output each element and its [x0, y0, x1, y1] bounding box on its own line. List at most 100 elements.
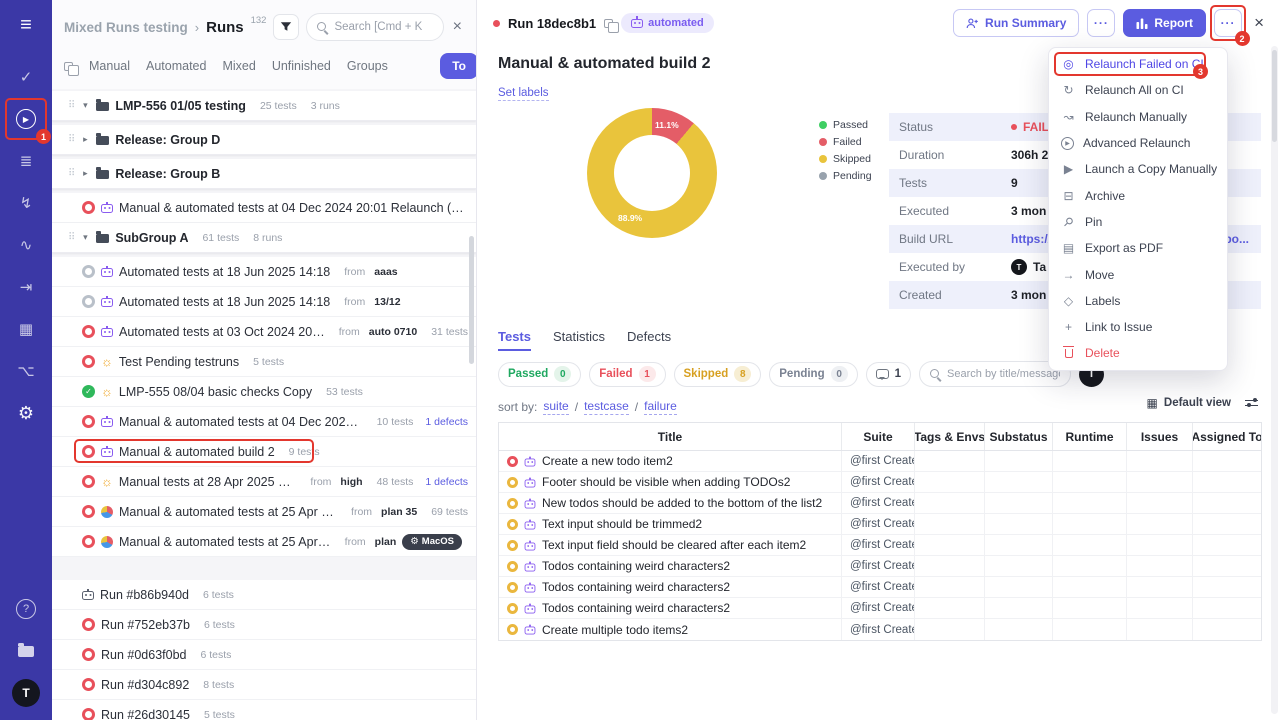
menu-item-relaunch-manually[interactable]: ↝ Relaunch Manually	[1049, 104, 1227, 130]
menu-item-pin[interactable]: ⚲ Pin	[1049, 209, 1227, 235]
column-header-title[interactable]: Title	[499, 423, 842, 450]
sidebar-item-plans[interactable]: ≣	[11, 146, 41, 176]
chevron-down-icon[interactable]: ▾	[80, 232, 90, 243]
sidebar-item-tests[interactable]: ✓	[11, 62, 41, 92]
run-group-row[interactable]: ⠿ ▸ Release: Group B	[52, 159, 476, 189]
sidebar-item-branches[interactable]: ⌥	[11, 356, 41, 386]
sidebar-item-analytics[interactable]: ▦	[11, 314, 41, 344]
run-list-item-selected[interactable]: Manual & automated build 2 9 tests	[52, 437, 476, 467]
run-list-item[interactable]: ☼ Test Pending testruns 5 tests	[52, 347, 476, 377]
column-header-substatus[interactable]: Substatus	[985, 423, 1053, 450]
runs-list-scrollbar[interactable]	[469, 236, 474, 364]
filter-button[interactable]	[273, 14, 299, 40]
drag-handle-icon[interactable]: ⠿	[68, 168, 74, 179]
table-row[interactable]: Create a new todo item2 @first Create ..…	[499, 451, 1261, 472]
runs-search[interactable]	[306, 13, 443, 41]
sidebar-item-settings[interactable]: ⚙	[11, 398, 41, 428]
sidebar-item-automation[interactable]: ↯	[11, 188, 41, 218]
run-list-item[interactable]: ✓ ☼ LMP-555 08/04 basic checks Copy 53 t…	[52, 377, 476, 407]
tab-groups[interactable]: Groups	[347, 59, 388, 73]
run-list-item[interactable]: Manual & automated tests at 04 Dec 2024 …	[52, 193, 476, 223]
chip-skipped[interactable]: Skipped8	[674, 362, 762, 387]
run-list-item[interactable]: Manual & automated tests at 25 Apr 2025 …	[52, 527, 476, 557]
breadcrumb-project[interactable]: Mixed Runs testing	[64, 20, 188, 35]
column-header-issues[interactable]: Issues	[1127, 423, 1193, 450]
table-row[interactable]: Todos containing weird characters2 @firs…	[499, 577, 1261, 598]
runs-search-input[interactable]	[334, 21, 432, 33]
tab-defects[interactable]: Defects	[627, 329, 671, 351]
column-header-tags-envs[interactable]: Tags & Envs	[915, 423, 985, 450]
column-header-suite[interactable]: Suite	[842, 423, 915, 450]
run-actions-menu-button[interactable]: ··· 2	[1214, 9, 1242, 37]
main-scrollbar-thumb[interactable]	[1272, 50, 1277, 142]
column-header-runtime[interactable]: Runtime	[1053, 423, 1127, 450]
run-list-item[interactable]: Automated tests at 18 Jun 2025 14:18 fro…	[52, 287, 476, 317]
table-row[interactable]: Footer should be visible when adding TOD…	[499, 472, 1261, 493]
column-settings-icon[interactable]	[1245, 398, 1258, 409]
more-options-button[interactable]: ···	[1087, 9, 1115, 37]
main-scrollbar[interactable]	[1271, 46, 1278, 714]
chip-failed[interactable]: Failed1	[589, 362, 665, 387]
menu-item-link-to-issue[interactable]: + Link to Issue	[1049, 314, 1227, 340]
run-list-item[interactable]: Run #26d30145 5 tests	[52, 700, 476, 720]
drag-handle-icon[interactable]: ⠿	[68, 232, 74, 243]
set-labels-link[interactable]: Set labels	[498, 87, 549, 101]
run-list-item[interactable]: Automated tests at 18 Jun 2025 14:18 fro…	[52, 257, 476, 287]
tab-mixed[interactable]: Mixed	[222, 59, 255, 73]
user-avatar-button[interactable]: T	[11, 678, 41, 708]
menu-item-relaunch-all-on-ci[interactable]: ↻ Relaunch All on CI	[1049, 77, 1227, 103]
sort-by-suite-link[interactable]: suite	[543, 399, 568, 415]
tests-search-input[interactable]	[947, 368, 1060, 380]
close-runs-panel-button[interactable]: ×	[451, 19, 464, 35]
comments-filter-chip[interactable]: 1	[866, 362, 911, 387]
run-list-item[interactable]: Run #0d63f0bd 6 tests	[52, 640, 476, 670]
run-list-item[interactable]: Run #d304c892 8 tests	[52, 670, 476, 700]
run-group-row[interactable]: ⠿ ▾ LMP-556 01/05 testing 25 tests 3 run…	[52, 91, 476, 121]
chip-pending[interactable]: Pending0	[769, 362, 857, 387]
tab-today[interactable]: To	[440, 53, 477, 79]
tab-tests[interactable]: Tests	[498, 329, 531, 351]
menu-item-export-as-pdf[interactable]: ▤ Export as PDF	[1049, 235, 1227, 261]
chevron-right-icon[interactable]: ▸	[80, 168, 90, 179]
table-row[interactable]: Create multiple todo items2 @first Creat…	[499, 619, 1261, 640]
table-row[interactable]: New todos should be added to the bottom …	[499, 493, 1261, 514]
table-row[interactable]: Todos containing weird characters2 @firs…	[499, 598, 1261, 619]
menu-item-relaunch-failed-on-ci[interactable]: ◎ Relaunch Failed on CI 3	[1049, 51, 1227, 77]
view-selector[interactable]: ▦ Default view	[1147, 396, 1231, 410]
table-row[interactable]: Todos containing weird characters2 @firs…	[499, 556, 1261, 577]
sidebar-item-projects[interactable]	[11, 636, 41, 666]
sidebar-item-activity[interactable]: ∿	[11, 230, 41, 260]
sidebar-item-import[interactable]: ⇥	[11, 272, 41, 302]
run-list-item[interactable]: Manual & automated tests at 04 Dec 2024 …	[52, 407, 476, 437]
menu-item-archive[interactable]: ⊟ Archive	[1049, 182, 1227, 208]
table-row[interactable]: Text input should be trimmed2 @first Cre…	[499, 514, 1261, 535]
run-list-item[interactable]: Run #752eb37b 6 tests	[52, 610, 476, 640]
menu-item-move[interactable]: → Move	[1049, 261, 1227, 287]
close-run-detail-button[interactable]: ×	[1254, 13, 1264, 33]
sort-by-failure-link[interactable]: failure	[644, 399, 677, 415]
tab-automated[interactable]: Automated	[146, 59, 206, 73]
run-list-item[interactable]: ☼ Manual tests at 28 Apr 2025 16:50 from…	[52, 467, 476, 497]
hamburger-menu-icon[interactable]: ≡	[11, 10, 41, 40]
sidebar-item-help[interactable]: ?	[11, 594, 41, 624]
chip-passed[interactable]: Passed0	[498, 362, 581, 387]
build-url-link[interactable]: https://	[1011, 232, 1051, 246]
drag-handle-icon[interactable]: ⠿	[68, 100, 74, 111]
copy-icon[interactable]	[604, 19, 613, 28]
table-row[interactable]: Text input field should be cleared after…	[499, 535, 1261, 556]
run-list-item[interactable]: Automated tests at 03 Oct 2024 20:25 fro…	[52, 317, 476, 347]
report-button[interactable]: Report	[1123, 9, 1206, 37]
run-group-row[interactable]: ⠿ ▾ SubGroup A 61 tests 8 runs	[52, 223, 476, 253]
chevron-down-icon[interactable]: ▾	[80, 100, 90, 111]
tab-manual[interactable]: Manual	[89, 59, 130, 73]
run-group-row[interactable]: ⠿ ▸ Release: Group D	[52, 125, 476, 155]
menu-item-delete[interactable]: Delete	[1049, 340, 1227, 366]
menu-item-labels[interactable]: ◇ Labels	[1049, 288, 1227, 314]
tab-statistics[interactable]: Statistics	[553, 329, 605, 351]
column-header-assigned-to[interactable]: Assigned To	[1193, 423, 1261, 450]
menu-item-advanced-relaunch[interactable]: ▶ Advanced Relaunch	[1049, 130, 1227, 156]
sidebar-item-runs[interactable]: ▶ 1	[11, 104, 41, 134]
tab-unfinished[interactable]: Unfinished	[272, 59, 331, 73]
menu-item-launch-copy-manually[interactable]: ▶ Launch a Copy Manually	[1049, 156, 1227, 182]
run-list-item[interactable]: Run #b86b940d 6 tests	[52, 580, 476, 610]
